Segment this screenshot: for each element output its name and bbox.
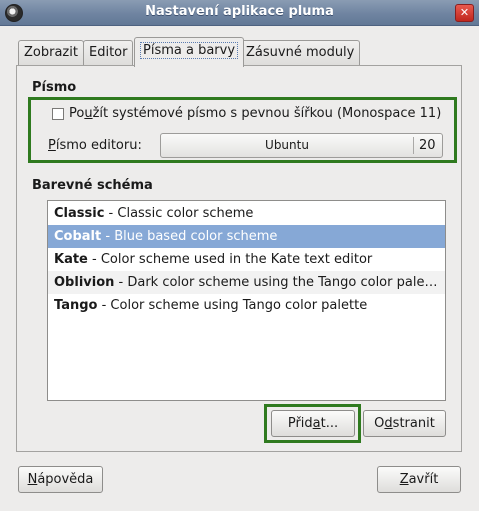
list-item[interactable]: Kate - Color scheme used in the Kate tex… (48, 248, 445, 271)
color-scheme-section-title: Barevné schéma (32, 178, 153, 193)
window-title: Nastavení aplikace pluma (145, 4, 334, 19)
tab-zobrazit[interactable]: Zobrazit (18, 40, 84, 66)
editor-font-picker-button[interactable]: Ubuntu 20 (160, 133, 443, 158)
close-button[interactable]: Zavřít (377, 466, 461, 493)
editor-font-label: Písmo editoru: (48, 138, 142, 153)
list-item[interactable]: Oblivion - Dark color scheme using the T… (48, 271, 445, 294)
font-section-title: Písmo (32, 80, 77, 95)
tab-editor[interactable]: Editor (83, 40, 134, 66)
tab-fonts-colors[interactable]: Písma a barvy (134, 37, 245, 67)
list-item-selected[interactable]: Cobalt - Blue based color scheme (48, 225, 445, 248)
tab-label: Editor (89, 45, 128, 60)
tab-label: Zásuvné moduly (246, 45, 355, 60)
use-system-font-label[interactable]: Použít systémové písmo s pevnou šířkou (… (69, 106, 441, 121)
list-item[interactable]: Tango - Color scheme using Tango color p… (48, 294, 445, 317)
list-item[interactable]: Classic - Classic color scheme (48, 202, 445, 225)
tab-plugins[interactable]: Zásuvné moduly (240, 40, 361, 66)
tab-label: Písma a barvy (140, 42, 239, 59)
tab-label: Zobrazit (24, 45, 78, 60)
font-size: 20 (419, 138, 436, 153)
close-icon: ✕ (459, 6, 470, 19)
remove-scheme-button[interactable]: Odstranit (363, 410, 446, 437)
use-system-font-checkbox[interactable] (52, 108, 64, 120)
add-scheme-button[interactable]: Přidat... (271, 410, 355, 437)
help-button[interactable]: Nápověda (18, 466, 103, 493)
color-scheme-list[interactable]: Classic - Classic color scheme Cobalt - … (47, 200, 446, 401)
close-window-button[interactable]: ✕ (455, 4, 474, 22)
font-name: Ubuntu (265, 138, 309, 152)
title-bar: Nastavení aplikace pluma ✕ (0, 0, 479, 26)
font-button-separator (413, 137, 414, 154)
